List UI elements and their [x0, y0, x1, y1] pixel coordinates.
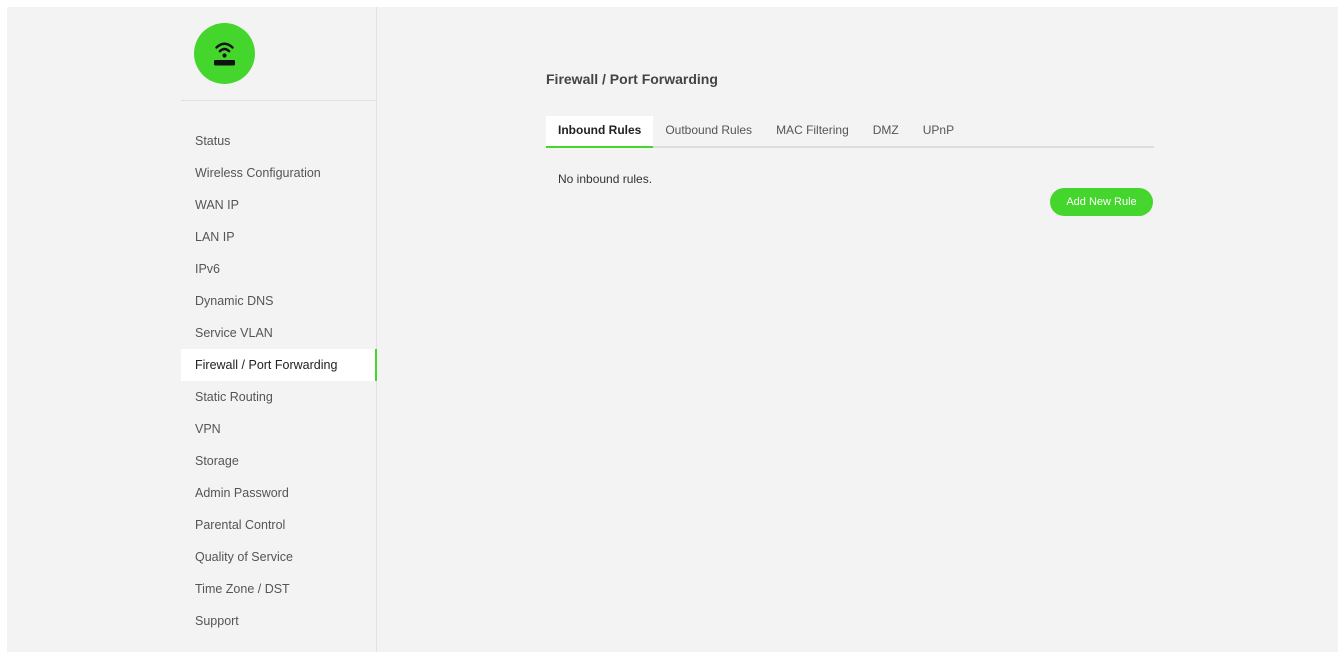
sidebar-item-status[interactable]: Status — [181, 125, 377, 157]
page-title: Firewall / Port Forwarding — [546, 71, 718, 87]
logo-divider — [181, 100, 376, 101]
sidebar-item-storage[interactable]: Storage — [181, 445, 377, 477]
tab-upnp[interactable]: UPnP — [911, 116, 966, 146]
tab-inbound-rules[interactable]: Inbound Rules — [546, 116, 654, 148]
sidebar-item-service-vlan[interactable]: Service VLAN — [181, 317, 377, 349]
sidebar-item-lan-ip[interactable]: LAN IP — [181, 221, 377, 253]
sidebar-item-firewall-port-forwarding[interactable]: Firewall / Port Forwarding — [181, 349, 377, 381]
sidebar-nav: Status Wireless Configuration WAN IP LAN… — [181, 125, 377, 637]
app-window: Status Wireless Configuration WAN IP LAN… — [7, 7, 1338, 652]
sidebar-item-dynamic-dns[interactable]: Dynamic DNS — [181, 285, 377, 317]
sidebar: Status Wireless Configuration WAN IP LAN… — [7, 7, 377, 652]
sidebar-item-admin-password[interactable]: Admin Password — [181, 477, 377, 509]
tab-dmz[interactable]: DMZ — [861, 116, 911, 146]
sidebar-item-ipv6[interactable]: IPv6 — [181, 253, 377, 285]
sidebar-item-wireless-configuration[interactable]: Wireless Configuration — [181, 157, 377, 189]
sidebar-item-wan-ip[interactable]: WAN IP — [181, 189, 377, 221]
empty-state-message: No inbound rules. — [558, 172, 653, 186]
sidebar-item-support[interactable]: Support — [181, 605, 377, 637]
wifi-router-icon — [194, 23, 255, 84]
tab-bar: Inbound Rules Outbound Rules MAC Filteri… — [546, 116, 1154, 148]
sidebar-item-parental-control[interactable]: Parental Control — [181, 509, 377, 541]
sidebar-item-static-routing[interactable]: Static Routing — [181, 381, 377, 413]
tab-mac-filtering[interactable]: MAC Filtering — [764, 116, 861, 146]
sidebar-item-vpn[interactable]: VPN — [181, 413, 377, 445]
sidebar-item-time-zone-dst[interactable]: Time Zone / DST — [181, 573, 377, 605]
add-new-rule-button[interactable]: Add New Rule — [1050, 188, 1153, 216]
tab-outbound-rules[interactable]: Outbound Rules — [653, 116, 764, 146]
sidebar-item-quality-of-service[interactable]: Quality of Service — [181, 541, 377, 573]
